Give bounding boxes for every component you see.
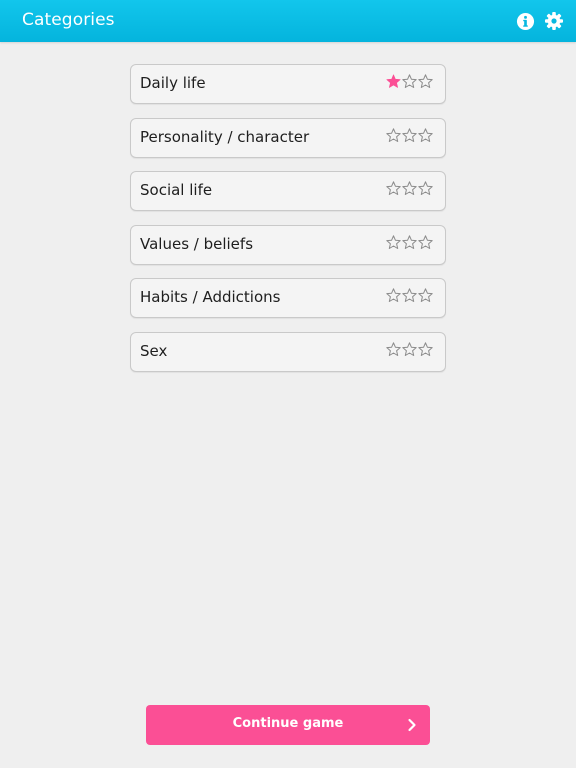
star-empty-icon	[418, 235, 433, 249]
star-rating	[386, 74, 433, 89]
category-label: Values / beliefs	[140, 234, 254, 253]
star-empty-icon	[386, 288, 401, 303]
star-rating	[386, 181, 433, 196]
star-empty-icon	[402, 235, 417, 249]
app-header: Categories	[0, 0, 576, 42]
star-empty-icon	[418, 342, 433, 356]
settings-button[interactable]	[544, 11, 564, 31]
category-label: Personality / character	[140, 127, 310, 146]
category-label: Daily life	[140, 74, 206, 92]
continue-game-button[interactable]: Continue game	[146, 705, 430, 745]
category-label: Sex	[140, 341, 168, 360]
star-empty-icon	[386, 181, 401, 196]
star-empty-icon	[386, 235, 401, 249]
chevron-right-icon	[408, 718, 416, 732]
star-empty-icon	[402, 342, 417, 356]
category-item[interactable]: Daily life	[130, 64, 446, 104]
gear-icon	[545, 12, 563, 30]
star-rating	[386, 288, 433, 303]
category-label: Habits / Addictions	[140, 288, 281, 307]
star-empty-icon	[402, 127, 417, 142]
category-list: Daily life Personality / character Social …	[130, 64, 446, 386]
star-empty-icon	[386, 342, 401, 356]
page-title: Categories	[22, 10, 115, 30]
star-rating	[386, 235, 433, 250]
continue-game-label: Continue game	[232, 716, 344, 731]
star-empty-icon	[418, 74, 433, 88]
category-item[interactable]: Social life	[130, 171, 446, 212]
star-empty-icon	[418, 288, 433, 303]
star-rating	[386, 342, 433, 357]
category-item[interactable]: Values / beliefs	[130, 224, 446, 265]
star-empty-icon	[418, 181, 433, 196]
category-label: Social life	[140, 181, 213, 200]
star-empty-icon	[402, 74, 417, 88]
star-empty-icon	[402, 288, 417, 303]
star-empty-icon	[386, 127, 401, 142]
category-item[interactable]: Personality / character	[130, 117, 446, 158]
star-filled-icon	[386, 74, 401, 88]
star-empty-icon	[418, 127, 433, 142]
info-button[interactable]	[515, 11, 535, 31]
star-empty-icon	[402, 181, 417, 196]
info-icon	[516, 12, 534, 30]
category-item[interactable]: Sex	[130, 331, 446, 372]
category-item[interactable]: Habits / Addictions	[130, 278, 446, 319]
star-rating	[386, 127, 433, 143]
